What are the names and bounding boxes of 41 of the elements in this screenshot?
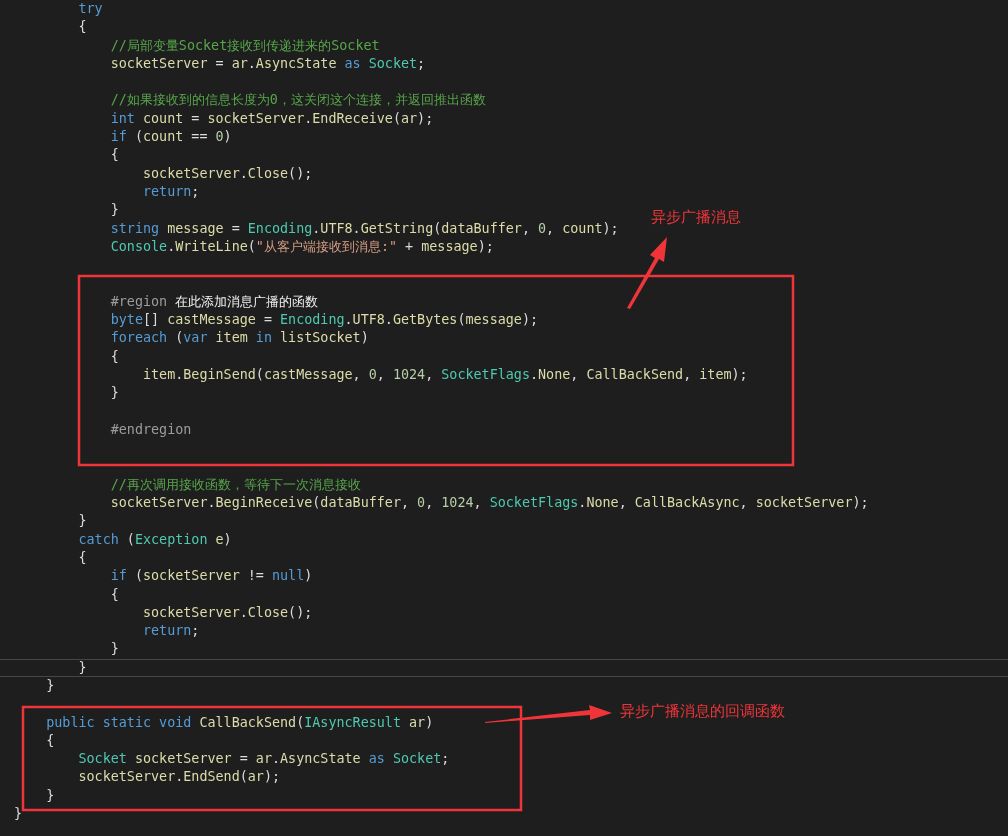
code-line: if (count == 0) (110, 129, 232, 145)
code-line: foreach (var item in listSocket) (110, 330, 369, 346)
code-line: string message = Encoding.UTF8.GetString(dataBuffer, 0, count); (110, 220, 619, 236)
code-line: { (78, 19, 87, 35)
code-line: //再次调用接收函数，等待下一次消息接收 (110, 476, 361, 492)
code-line: socketServer.Close(); (143, 604, 313, 620)
code-line: } (46, 787, 55, 803)
code-line: } (78, 659, 87, 675)
code-line: Socket socketServer = ar.AsyncState as Socket; (78, 751, 450, 767)
code-line: return; (143, 183, 200, 199)
code-line: #region 在此添加消息广播的函数 (110, 293, 319, 309)
code-line: item.BeginSend(castMessage, 0, 1024, SocketFlags.None, CallBackSend, item); (143, 366, 748, 382)
code-line: socketServer.Close(); (143, 165, 313, 181)
code-line: //如果接收到的信息长度为0，这关闭这个连接，并返回推出函数 (110, 92, 486, 108)
code-line: } (14, 806, 23, 822)
code-line: socketServer.BeginReceive(dataBuffer, 0, 1024, SocketFlags.None, CallBackAsync, socketServer); (110, 495, 869, 510)
code-line: { (110, 147, 119, 163)
code-line: public static void CallBackSend(IAsyncResult ar) (46, 714, 434, 730)
code-line: try (78, 1, 103, 16)
code-line: Console.WriteLine("从客户端接收到消息:" + message); (110, 238, 494, 254)
code-line: { (110, 348, 119, 364)
code-line: } (78, 513, 87, 529)
code-line: catch (Exception e) (78, 531, 232, 547)
code-line: //局部变量Socket接收到传递进来的Socket (110, 37, 380, 53)
code-line: return; (143, 623, 200, 639)
annotation-label: 异步广播消息的回调函数 (620, 702, 785, 721)
code-line: { (78, 549, 87, 565)
code-line: } (110, 641, 119, 657)
code-line: byte[] castMessage = Encoding.UTF8.GetBytes(message); (110, 312, 539, 328)
code-line: } (110, 385, 119, 401)
code-line: if (socketServer != null) (110, 568, 313, 584)
code-line: } (46, 678, 55, 693)
code-line: { (46, 732, 55, 748)
annotation-label: 异步广播消息 (651, 208, 741, 227)
code-line: #endregion (110, 421, 192, 437)
code-line: int count = socketServer.EndReceive(ar); (110, 110, 434, 126)
code-line: socketServer = ar.AsyncState as Socket; (110, 55, 426, 71)
arrow (627, 237, 667, 309)
code-line: { (110, 586, 119, 602)
code-line: socketServer.EndSend(ar); (78, 769, 281, 785)
code-line: } (110, 202, 119, 218)
